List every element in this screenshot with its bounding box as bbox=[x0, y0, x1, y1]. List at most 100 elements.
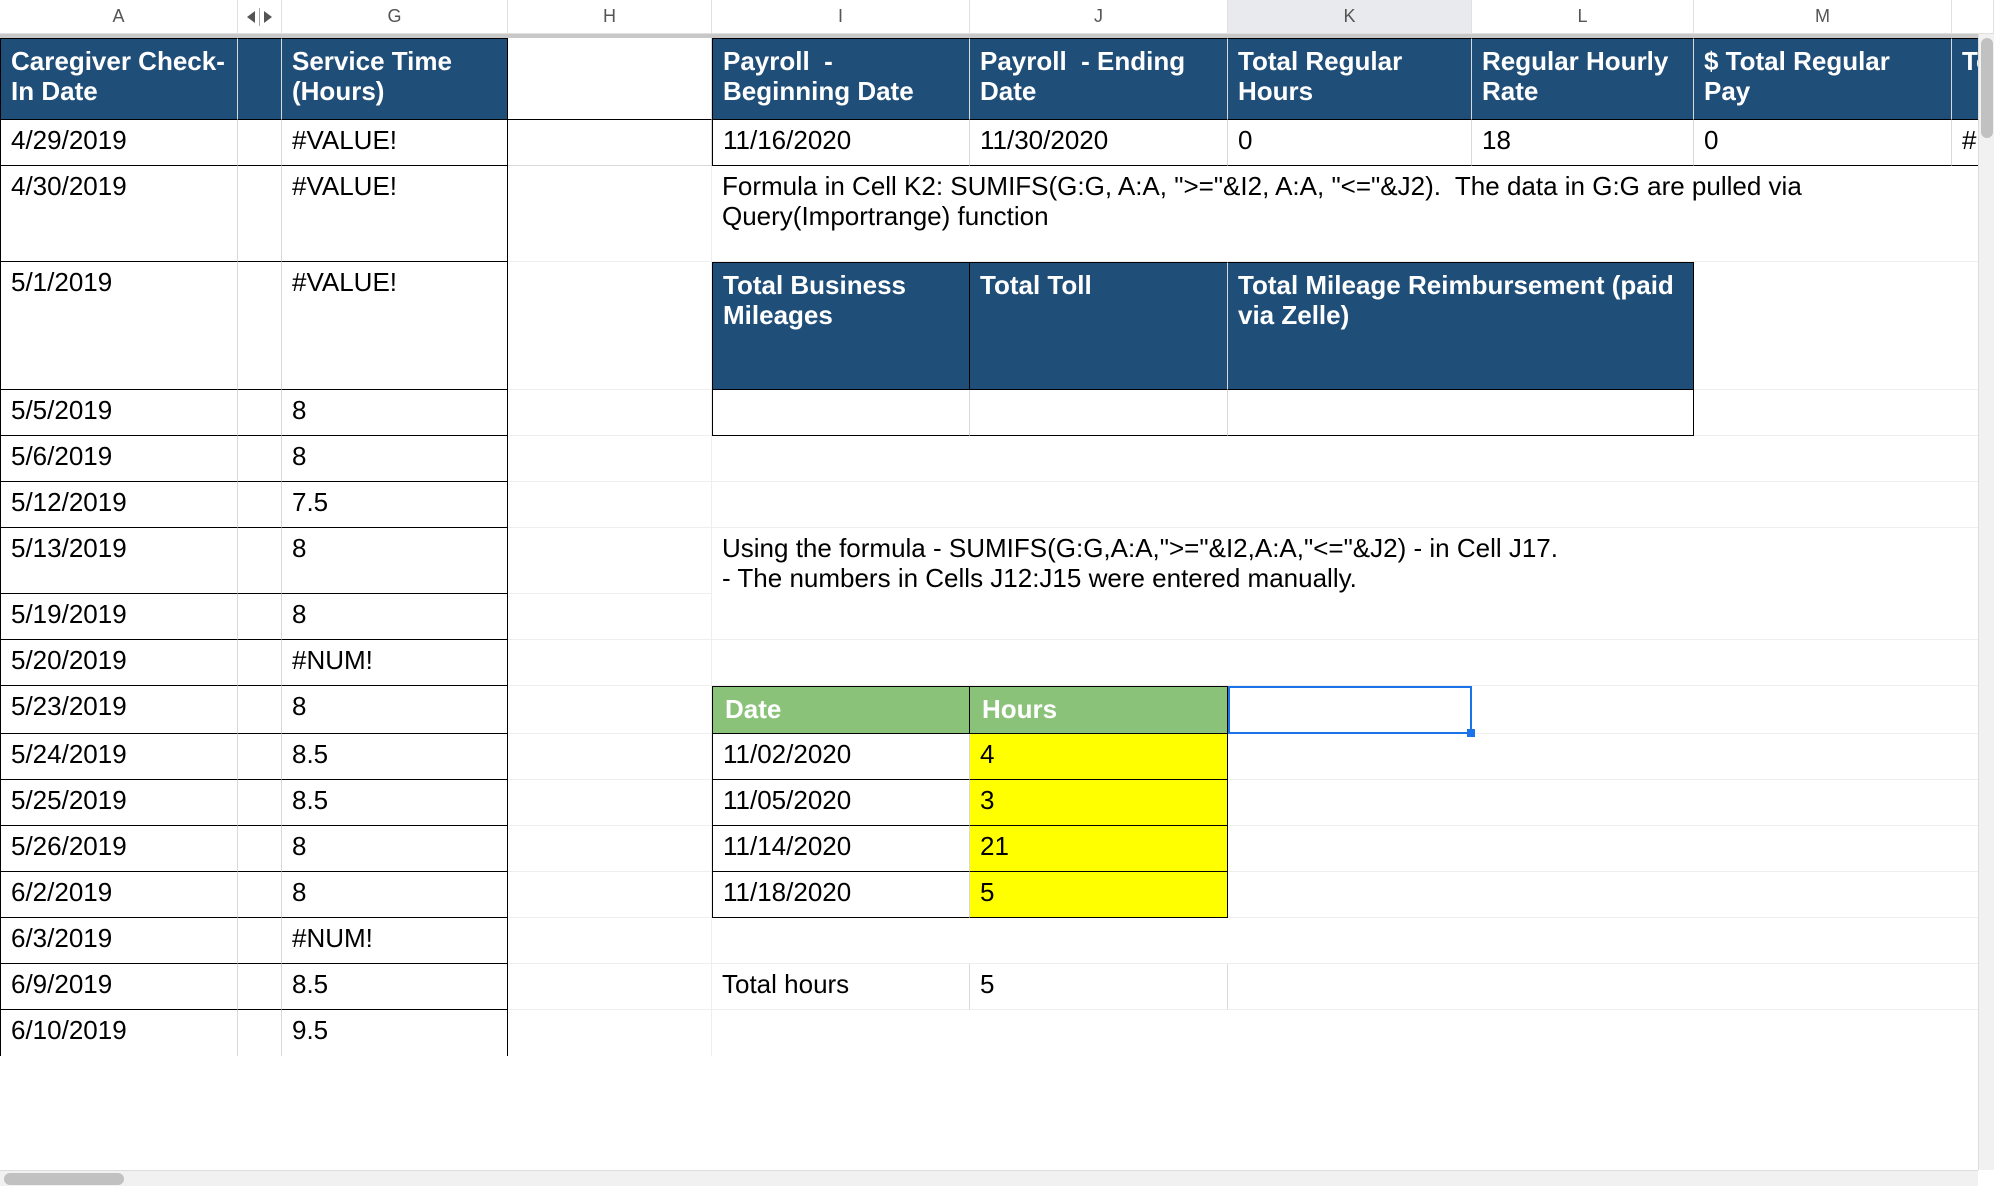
cell-H11[interactable] bbox=[508, 686, 712, 734]
cell-A14[interactable]: 5/26/2019 bbox=[0, 826, 238, 872]
cell-H9[interactable] bbox=[508, 594, 712, 640]
cell-H1[interactable] bbox=[508, 38, 712, 120]
cell-A10[interactable]: 5/20/2019 bbox=[0, 640, 238, 686]
cell-G2[interactable]: #VALUE! bbox=[282, 120, 508, 166]
cell-H18[interactable] bbox=[508, 1010, 712, 1056]
cell-right-13[interactable] bbox=[1228, 780, 1994, 826]
cell-A7[interactable]: 5/12/2019 bbox=[0, 482, 238, 528]
cell-right-16[interactable] bbox=[712, 918, 1994, 964]
cell-G3[interactable]: #VALUE! bbox=[282, 166, 508, 262]
cell-G11[interactable]: 8 bbox=[282, 686, 508, 734]
cell-gap-13[interactable] bbox=[238, 780, 282, 826]
cell-I17-total-label[interactable]: Total hours bbox=[712, 964, 970, 1010]
cell-gap-11[interactable] bbox=[238, 686, 282, 734]
cell-H15[interactable] bbox=[508, 872, 712, 918]
cell-A2[interactable]: 4/29/2019 bbox=[0, 120, 238, 166]
cell-right-9[interactable] bbox=[712, 594, 1994, 640]
column-header-J[interactable]: J bbox=[970, 0, 1228, 33]
cell-gap-2[interactable] bbox=[238, 120, 282, 166]
cell-A3[interactable]: 4/30/2019 bbox=[0, 166, 238, 262]
cell-right-15[interactable] bbox=[1228, 872, 1994, 918]
cell-gap-12[interactable] bbox=[238, 734, 282, 780]
vertical-scrollbar[interactable] bbox=[1978, 34, 1994, 1170]
cell-gap-14[interactable] bbox=[238, 826, 282, 872]
hidden-columns-toggle[interactable] bbox=[238, 0, 282, 33]
cell-H14[interactable] bbox=[508, 826, 712, 872]
cell-H17[interactable] bbox=[508, 964, 712, 1010]
cell-gap-10[interactable] bbox=[238, 640, 282, 686]
cell-J14[interactable]: 21 bbox=[970, 826, 1228, 872]
cell-J2[interactable]: 11/30/2020 bbox=[970, 120, 1228, 166]
cell-A17[interactable]: 6/9/2019 bbox=[0, 964, 238, 1010]
cell-A11[interactable]: 5/23/2019 bbox=[0, 686, 238, 734]
cell-A8[interactable]: 5/13/2019 bbox=[0, 528, 238, 594]
grid-body[interactable]: Caregiver Check-In Date Service Time (Ho… bbox=[0, 34, 1994, 1056]
cell-H16[interactable] bbox=[508, 918, 712, 964]
horizontal-scroll-thumb[interactable] bbox=[4, 1173, 124, 1185]
cell-I15[interactable]: 11/18/2020 bbox=[712, 872, 970, 918]
cell-G18[interactable]: 9.5 bbox=[282, 1010, 508, 1056]
cell-H7[interactable] bbox=[508, 482, 712, 528]
cell-A4[interactable]: 5/1/2019 bbox=[0, 262, 238, 390]
cell-M4N4[interactable] bbox=[1694, 262, 1994, 390]
cell-G13[interactable]: 8.5 bbox=[282, 780, 508, 826]
cell-G7[interactable]: 7.5 bbox=[282, 482, 508, 528]
cell-H10[interactable] bbox=[508, 640, 712, 686]
selected-cell-K11[interactable] bbox=[1228, 686, 1472, 734]
cell-gap-17[interactable] bbox=[238, 964, 282, 1010]
column-header-L[interactable]: L bbox=[1472, 0, 1694, 33]
cell-right-12[interactable] bbox=[1228, 734, 1994, 780]
cell-gap-4[interactable] bbox=[238, 262, 282, 390]
cell-right-7[interactable] bbox=[712, 482, 1994, 528]
cell-G10[interactable]: #NUM! bbox=[282, 640, 508, 686]
formula-note-1[interactable]: Formula in Cell K2: SUMIFS(G:G, A:A, ">=… bbox=[712, 166, 1994, 262]
cell-H2[interactable] bbox=[508, 120, 712, 166]
column-header-M[interactable]: M bbox=[1694, 0, 1952, 33]
cell-G5[interactable]: 8 bbox=[282, 390, 508, 436]
column-header-G[interactable]: G bbox=[282, 0, 508, 33]
cell-gap-18[interactable] bbox=[238, 1010, 282, 1056]
column-header-I[interactable]: I bbox=[712, 0, 970, 33]
cell-G14[interactable]: 8 bbox=[282, 826, 508, 872]
cell-M2[interactable]: 0 bbox=[1694, 120, 1952, 166]
cell-H5[interactable] bbox=[508, 390, 712, 436]
cell-right-17[interactable] bbox=[1228, 964, 1994, 1010]
cell-gap-6[interactable] bbox=[238, 436, 282, 482]
cell-G15[interactable]: 8 bbox=[282, 872, 508, 918]
cell-right-6[interactable] bbox=[712, 436, 1994, 482]
cell-J15[interactable]: 5 bbox=[970, 872, 1228, 918]
cell-H6[interactable] bbox=[508, 436, 712, 482]
cell-H4[interactable] bbox=[508, 262, 712, 390]
cell-K2[interactable]: 0 bbox=[1228, 120, 1472, 166]
cell-H12[interactable] bbox=[508, 734, 712, 780]
cell-G12[interactable]: 8.5 bbox=[282, 734, 508, 780]
cell-I5[interactable] bbox=[712, 390, 970, 436]
formula-note-2[interactable]: Using the formula - SUMIFS(G:G,A:A,">="&… bbox=[712, 528, 1994, 594]
cell-G17[interactable]: 8.5 bbox=[282, 964, 508, 1010]
cell-A5[interactable]: 5/5/2019 bbox=[0, 390, 238, 436]
cell-H13[interactable] bbox=[508, 780, 712, 826]
cell-gap-15[interactable] bbox=[238, 872, 282, 918]
cell-I2[interactable]: 11/16/2020 bbox=[712, 120, 970, 166]
cell-I14[interactable]: 11/14/2020 bbox=[712, 826, 970, 872]
cell-L2[interactable]: 18 bbox=[1472, 120, 1694, 166]
cell-A15[interactable]: 6/2/2019 bbox=[0, 872, 238, 918]
cell-gap-8[interactable] bbox=[238, 528, 282, 594]
cell-J5[interactable] bbox=[970, 390, 1228, 436]
column-header-N[interactable] bbox=[1952, 0, 1994, 33]
cell-G16[interactable]: #NUM! bbox=[282, 918, 508, 964]
cell-gap-16[interactable] bbox=[238, 918, 282, 964]
cell-M5N5[interactable] bbox=[1694, 390, 1994, 436]
cell-right-14[interactable] bbox=[1228, 826, 1994, 872]
cell-J12[interactable]: 4 bbox=[970, 734, 1228, 780]
cell-A13[interactable]: 5/25/2019 bbox=[0, 780, 238, 826]
vertical-scroll-thumb[interactable] bbox=[1981, 38, 1993, 138]
cell-A16[interactable]: 6/3/2019 bbox=[0, 918, 238, 964]
cell-right-10[interactable] bbox=[712, 640, 1994, 686]
cell-gap-3[interactable] bbox=[238, 166, 282, 262]
cell-J17-total-value[interactable]: 5 bbox=[970, 964, 1228, 1010]
horizontal-scrollbar[interactable] bbox=[0, 1170, 1978, 1186]
cell-A9[interactable]: 5/19/2019 bbox=[0, 594, 238, 640]
cell-H3[interactable] bbox=[508, 166, 712, 262]
cell-right-18[interactable] bbox=[712, 1010, 1994, 1056]
